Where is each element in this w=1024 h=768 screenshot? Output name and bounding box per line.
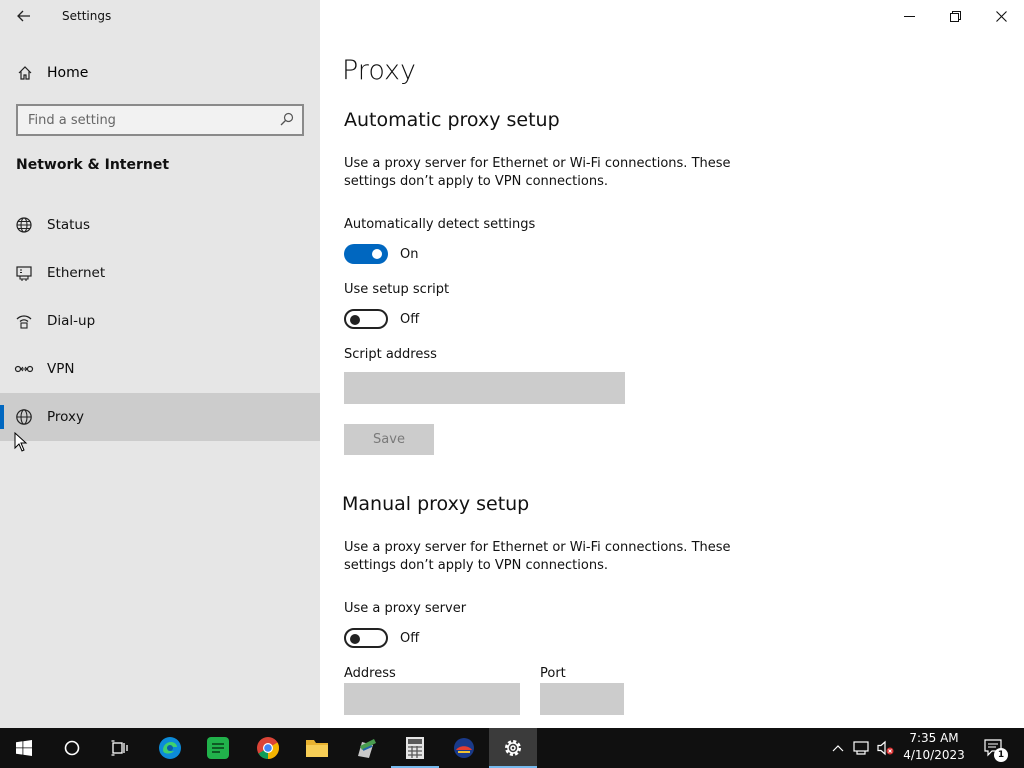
search-box[interactable] [16, 104, 304, 136]
app-title: Settings [62, 9, 112, 23]
sidebar-item-label: VPN [47, 361, 75, 377]
paint-icon [358, 739, 376, 758]
calculator-icon [406, 737, 424, 759]
sidebar-item-status[interactable]: Status [0, 201, 320, 249]
back-button[interactable] [8, 2, 40, 30]
save-button[interactable]: Save [344, 424, 434, 455]
dialup-icon [14, 312, 34, 330]
chevron-up-icon [832, 745, 844, 752]
manual-proxy-heading: Manual proxy setup [342, 493, 530, 515]
start-button[interactable] [0, 728, 48, 768]
volume-muted-icon [877, 740, 894, 756]
sidebar-item-dial-up[interactable]: Dial-up [0, 297, 320, 345]
manual-proxy-description: Use a proxy server for Ethernet or Wi-Fi… [344, 540, 731, 573]
app-icon [454, 738, 474, 758]
sidebar-item-proxy[interactable]: Proxy [0, 393, 320, 441]
app-button[interactable] [440, 728, 488, 768]
search-icon[interactable] [280, 111, 294, 130]
auto-detect-state: On [400, 247, 419, 262]
toggle-knob [350, 634, 360, 644]
home-icon [16, 65, 34, 81]
automatic-proxy-heading: Automatic proxy setup [344, 109, 560, 131]
sidebar: Settings Home Network & Internet Status … [0, 0, 320, 728]
volume-tray-button[interactable] [874, 728, 898, 768]
start-icon [16, 740, 32, 756]
clock[interactable]: 7:35 AM 4/10/2023 [896, 730, 972, 764]
setup-script-toggle[interactable] [344, 309, 388, 329]
notification-count-badge: 1 [994, 748, 1008, 762]
paint-button[interactable] [343, 728, 391, 768]
use-proxy-state: Off [400, 631, 420, 646]
show-hidden-icons-button[interactable] [828, 728, 848, 768]
use-proxy-label: Use a proxy server [344, 601, 467, 616]
taskbar: 7:35 AM 4/10/2023 1 [0, 728, 1024, 768]
clock-time: 7:35 AM [909, 731, 959, 745]
sidebar-item-ethernet[interactable]: Ethernet [0, 249, 320, 297]
spreadsheet-button[interactable] [194, 728, 242, 768]
ethernet-icon [14, 264, 34, 282]
file-explorer-icon [306, 740, 328, 757]
spreadsheet-icon [207, 737, 229, 759]
auto-detect-label: Automatically detect settings [344, 217, 536, 232]
sidebar-item-label: Proxy [47, 409, 84, 425]
toggle-knob [372, 249, 382, 259]
settings-icon [505, 740, 521, 756]
toggle-knob [350, 315, 360, 325]
address-label: Address [344, 666, 396, 681]
main-content: Proxy Automatic proxy setup Use a proxy … [320, 0, 1024, 728]
chrome-button[interactable] [244, 728, 292, 768]
automatic-proxy-description: Use a proxy server for Ethernet or Wi-Fi… [344, 156, 731, 189]
use-proxy-toggle[interactable] [344, 628, 388, 648]
task-view-icon [111, 740, 128, 756]
search-input[interactable] [28, 112, 258, 128]
globe-status-icon [14, 216, 34, 234]
cortana-button[interactable] [48, 728, 96, 768]
address-input[interactable] [344, 683, 520, 715]
globe-icon [14, 408, 34, 426]
edge-icon [159, 737, 181, 759]
back-arrow-icon [17, 10, 30, 22]
settings-button[interactable] [489, 728, 537, 768]
chrome-icon [257, 737, 279, 759]
mouse-pointer-icon [14, 431, 28, 456]
network-tray-button[interactable] [850, 728, 874, 768]
sidebar-item-label: Dial-up [47, 313, 96, 329]
setup-script-state: Off [400, 312, 420, 327]
edge-button[interactable] [146, 728, 194, 768]
task-view-button[interactable] [96, 728, 144, 768]
section-title: Network & Internet [16, 157, 170, 173]
page-title: Proxy [342, 55, 416, 86]
sidebar-item-vpn[interactable]: VPN [0, 345, 320, 393]
file-explorer-button[interactable] [293, 728, 341, 768]
vpn-icon [14, 362, 34, 376]
sidebar-item-label: Ethernet [47, 265, 106, 281]
home-link[interactable]: Home [0, 56, 320, 90]
script-address-label: Script address [344, 347, 437, 362]
calculator-button[interactable] [391, 728, 439, 768]
action-center-button[interactable]: 1 [976, 728, 1012, 768]
port-input[interactable] [540, 683, 624, 715]
network-icon [853, 741, 869, 755]
clock-date: 4/10/2023 [903, 748, 965, 762]
auto-detect-toggle[interactable] [344, 244, 388, 264]
script-address-input[interactable] [344, 372, 625, 404]
cortana-icon [64, 740, 80, 756]
home-label: Home [47, 65, 89, 81]
sidebar-item-label: Status [47, 217, 91, 233]
port-label: Port [540, 666, 566, 681]
setup-script-label: Use setup script [344, 282, 450, 297]
